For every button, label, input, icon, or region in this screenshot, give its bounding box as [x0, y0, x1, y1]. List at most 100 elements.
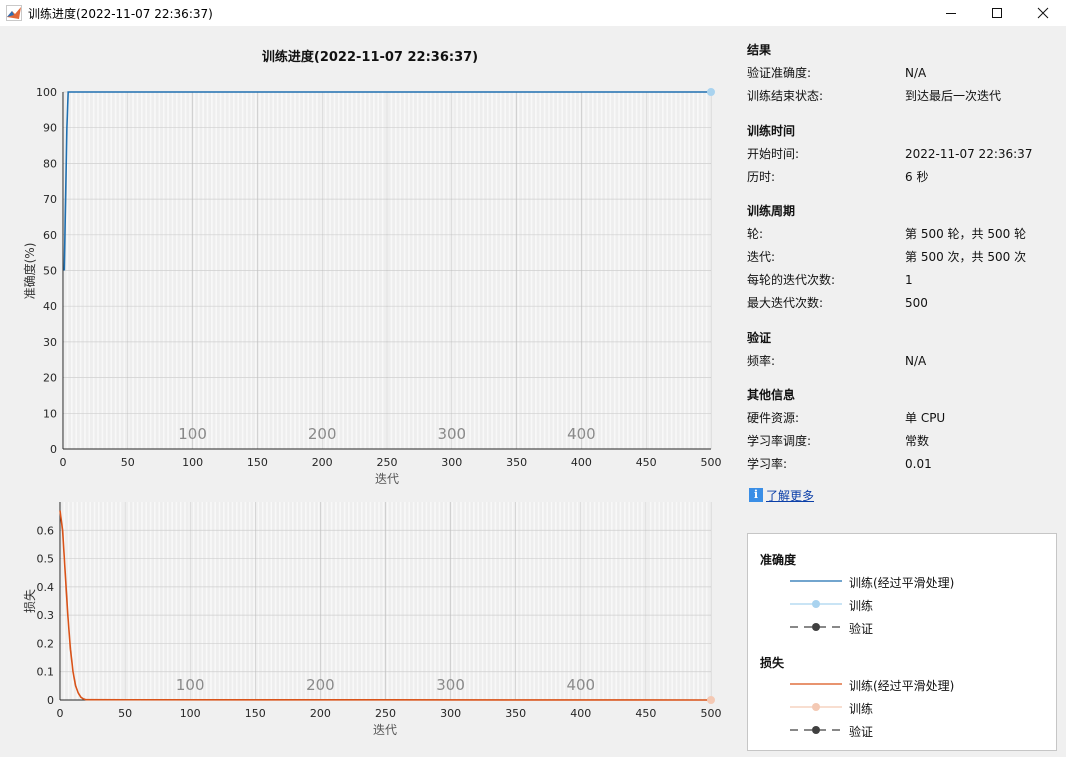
loss-ytick-label: 0.4 — [37, 581, 55, 594]
maximize-icon — [992, 8, 1002, 18]
loss-xtick-label: 450 — [635, 707, 656, 720]
accuracy-xtick-label: 100 — [182, 456, 203, 469]
frequency-value: N/A — [905, 354, 927, 368]
validation-accuracy-label: 验证准确度: — [747, 66, 812, 80]
accuracy-xtick-label: 200 — [312, 456, 333, 469]
loss-xtick-label: 150 — [245, 707, 266, 720]
accuracy-chart: 0 10 20 30 40 50 60 70 80 90 100 0 50 100 150 200 250 300… — [22, 86, 722, 486]
accuracy-ytick-label: 0 — [50, 443, 57, 456]
legend-accuracy-validation: 验证 — [849, 622, 874, 636]
accuracy-xtick-label: 300 — [441, 456, 462, 469]
loss-epoch-label: 200 — [306, 676, 335, 694]
legend-loss-train: 训练 — [849, 702, 874, 716]
legend-loss-heading: 损失 — [760, 656, 785, 670]
legend-accuracy-smoothed-swatch — [790, 580, 842, 582]
iterations-per-epoch-value: 1 — [905, 273, 913, 287]
learn-more[interactable]: i 了解更多 — [749, 487, 814, 503]
maximize-button[interactable] — [974, 0, 1020, 26]
loss-xtick-label: 100 — [180, 707, 201, 720]
loss-ytick-label: 0.1 — [37, 666, 55, 679]
loss-xtick-label: 500 — [701, 707, 722, 720]
epoch-value: 第 500 轮，共 500 轮 — [905, 227, 1027, 241]
hardware-label: 硬件资源: — [747, 411, 800, 425]
matlab-logo-icon — [6, 5, 22, 21]
accuracy-ytick-label: 20 — [43, 372, 57, 385]
learning-rate-label: 学习率: — [747, 457, 788, 471]
accuracy-xtick-label: 150 — [247, 456, 268, 469]
loss-xtick-label: 0 — [57, 707, 64, 720]
training-end-label: 训练结束状态: — [747, 89, 824, 103]
lr-schedule-label: 学习率调度: — [747, 434, 812, 448]
close-button[interactable] — [1020, 0, 1066, 26]
accuracy-ytick-label: 10 — [43, 407, 57, 420]
loss-xtick-label: 400 — [570, 707, 591, 720]
accuracy-ytick-label: 90 — [43, 122, 57, 135]
accuracy-ytick-label: 80 — [43, 157, 57, 170]
accuracy-xlabel: 迭代 — [375, 472, 399, 486]
elapsed-value: 6 秒 — [905, 170, 929, 184]
loss-xtick-label: 300 — [440, 707, 461, 720]
frequency-label: 频率: — [747, 354, 776, 368]
loss-xlabel: 迭代 — [373, 723, 397, 737]
loss-ytick-label: 0.3 — [37, 609, 55, 622]
minimize-button[interactable] — [928, 0, 974, 26]
loss-ytick-label: 0.5 — [37, 553, 55, 566]
title-bar: 训练进度(2022-11-07 22:36:37) — [0, 0, 1066, 26]
validation-heading: 验证 — [747, 331, 772, 345]
elapsed-label: 历时: — [747, 170, 776, 184]
results-heading: 结果 — [747, 43, 772, 57]
iteration-label: 迭代: — [747, 250, 776, 264]
legend-accuracy-train: 训练 — [849, 599, 874, 613]
lr-schedule-value: 常数 — [905, 434, 930, 448]
validation-accuracy-value: N/A — [905, 66, 927, 80]
accuracy-epoch-label: 100 — [178, 425, 207, 443]
legend-accuracy-train-swatch — [790, 600, 842, 608]
loss-xtick-label: 50 — [118, 707, 132, 720]
cycle-heading: 训练周期 — [747, 204, 796, 218]
learn-more-link[interactable]: 了解更多 — [766, 487, 814, 504]
legend-loss-smoothed: 训练(经过平滑处理) — [849, 679, 955, 693]
loss-chart: 0 0.1 0.2 0.3 0.4 0.5 0.6 0 50 100 150 200 250 300 350… — [22, 502, 722, 737]
legend-accuracy-smoothed: 训练(经过平滑处理) — [849, 576, 955, 590]
info-icon: i — [749, 488, 763, 502]
iteration-value: 第 500 次，共 500 次 — [905, 250, 1027, 264]
iterations-per-epoch-label: 每轮的迭代次数: — [747, 273, 836, 287]
accuracy-xtick-label: 500 — [701, 456, 722, 469]
accuracy-ytick-label: 50 — [43, 265, 57, 278]
accuracy-xtick-label: 350 — [506, 456, 527, 469]
loss-ytick-label: 0.6 — [37, 524, 55, 537]
accuracy-xtick-label: 400 — [571, 456, 592, 469]
legend-loss-smoothed-swatch — [790, 683, 842, 685]
accuracy-xtick-label: 250 — [377, 456, 398, 469]
accuracy-ytick-label: 70 — [43, 193, 57, 206]
loss-epoch-label: 300 — [436, 676, 465, 694]
accuracy-ytick-label: 100 — [36, 86, 57, 99]
accuracy-xtick-label: 50 — [121, 456, 135, 469]
start-time-value: 2022-11-07 22:36:37 — [905, 147, 1033, 161]
accuracy-xtick-label: 450 — [636, 456, 657, 469]
max-iterations-label: 最大迭代次数: — [747, 296, 824, 310]
minimize-icon — [946, 13, 956, 14]
loss-xtick-label: 200 — [310, 707, 331, 720]
accuracy-xtick-label: 0 — [60, 456, 67, 469]
loss-xtick-label: 250 — [375, 707, 396, 720]
window-title: 训练进度(2022-11-07 22:36:37) — [28, 7, 213, 21]
time-heading: 训练时间 — [747, 124, 796, 138]
legend-loss-validation-swatch — [790, 726, 842, 734]
loss-ytick-label: 0 — [47, 694, 54, 707]
start-time-label: 开始时间: — [747, 147, 800, 161]
max-iterations-value: 500 — [905, 296, 928, 310]
legend-loss-validation: 验证 — [849, 725, 874, 739]
learning-rate-value: 0.01 — [905, 457, 932, 471]
plot-title: 训练进度(2022-11-07 22:36:37) — [261, 50, 479, 65]
loss-ylabel: 损失 — [22, 589, 37, 613]
accuracy-epoch-label: 400 — [567, 425, 596, 443]
hardware-value: 单 CPU — [905, 411, 946, 425]
epoch-label: 轮: — [747, 227, 764, 241]
training-end-value: 到达最后一次迭代 — [905, 89, 1002, 103]
loss-ytick-label: 0.2 — [37, 637, 55, 650]
accuracy-epoch-label: 200 — [308, 425, 337, 443]
accuracy-train-marker — [707, 88, 715, 96]
legend-loss-train-swatch — [790, 703, 842, 711]
accuracy-epoch-label: 300 — [437, 425, 466, 443]
